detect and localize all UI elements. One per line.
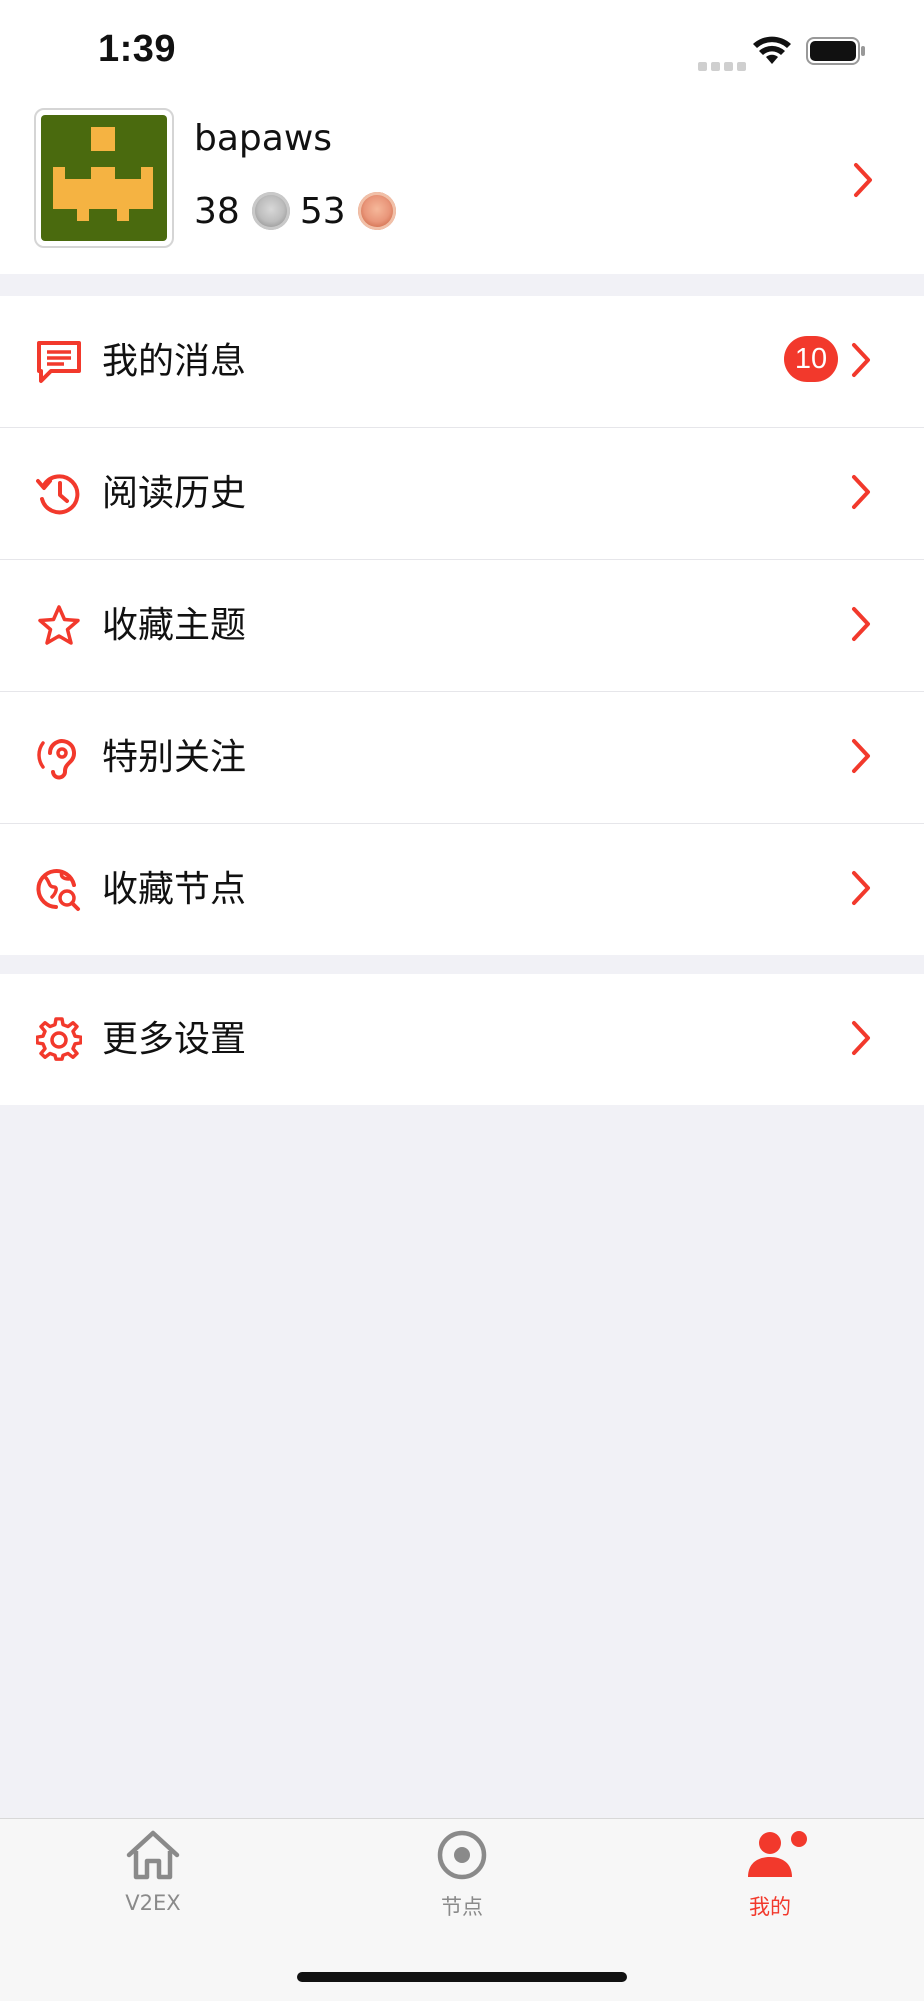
chevron-right-icon [852, 871, 870, 905]
silver-coin-icon [251, 192, 290, 230]
globe-search-icon [36, 869, 80, 911]
tab-v2ex[interactable]: V2EX [73, 1829, 233, 1915]
tab-me[interactable]: 我的 [690, 1829, 850, 1921]
chevron-right-icon [852, 1021, 870, 1055]
status-bar: 1:39 [0, 0, 924, 108]
menu-item-label: 特别关注 [102, 737, 247, 778]
ear-icon [37, 739, 76, 780]
cellular-signal-icon [698, 56, 750, 75]
coin-stats: 38 53 [194, 190, 406, 232]
menu-group-main: 我的消息 10 阅读历史 收藏主题 特别关注 收藏节点 [0, 296, 924, 955]
menu-item-label: 更多设置 [102, 1019, 247, 1060]
bronze-coin-icon [357, 192, 396, 230]
menu-item-label: 我的消息 [102, 341, 247, 382]
status-time: 1:39 [98, 28, 177, 70]
person-icon [748, 1832, 792, 1877]
chevron-right-icon [854, 163, 872, 197]
chevron-right-icon [852, 475, 870, 509]
tab-label: V2EX [125, 1891, 181, 1915]
menu-group-settings: 更多设置 [0, 974, 924, 1105]
menu-item-label: 阅读历史 [102, 473, 247, 514]
message-count-badge: 10 [784, 336, 838, 382]
chevron-right-icon [852, 739, 870, 773]
home-indicator[interactable] [297, 1972, 627, 1982]
tab-nodes[interactable]: 节点 [382, 1829, 542, 1921]
home-icon [126, 1830, 180, 1880]
bronze-count: 53 [299, 190, 346, 232]
avatar[interactable] [34, 108, 174, 248]
username: bapaws [194, 118, 333, 159]
menu-item-favorite-topics[interactable]: 收藏主题 [0, 560, 924, 692]
menu-item-history[interactable]: 阅读历史 [0, 428, 924, 560]
history-icon [36, 474, 80, 515]
menu-item-label: 收藏主题 [102, 605, 247, 646]
menu-item-settings[interactable]: 更多设置 [0, 974, 924, 1105]
tab-label: 我的 [749, 1895, 791, 1919]
battery-icon [806, 36, 866, 70]
node-icon [437, 1830, 487, 1880]
gear-icon [36, 1017, 82, 1061]
chevron-right-icon [852, 607, 870, 641]
star-icon [38, 605, 80, 645]
menu-item-special-follow[interactable]: 特别关注 [0, 692, 924, 824]
menu-item-label: 收藏节点 [102, 869, 247, 910]
profile-header[interactable]: bapaws 38 53 [0, 108, 924, 274]
silver-count: 38 [194, 190, 240, 232]
tab-label: 节点 [441, 1895, 483, 1919]
message-icon [37, 341, 81, 383]
notification-dot [791, 1831, 807, 1847]
menu-item-favorite-nodes[interactable]: 收藏节点 [0, 824, 924, 955]
menu-item-messages[interactable]: 我的消息 10 [0, 296, 924, 428]
wifi-icon [752, 34, 792, 70]
chevron-right-icon [852, 343, 870, 377]
